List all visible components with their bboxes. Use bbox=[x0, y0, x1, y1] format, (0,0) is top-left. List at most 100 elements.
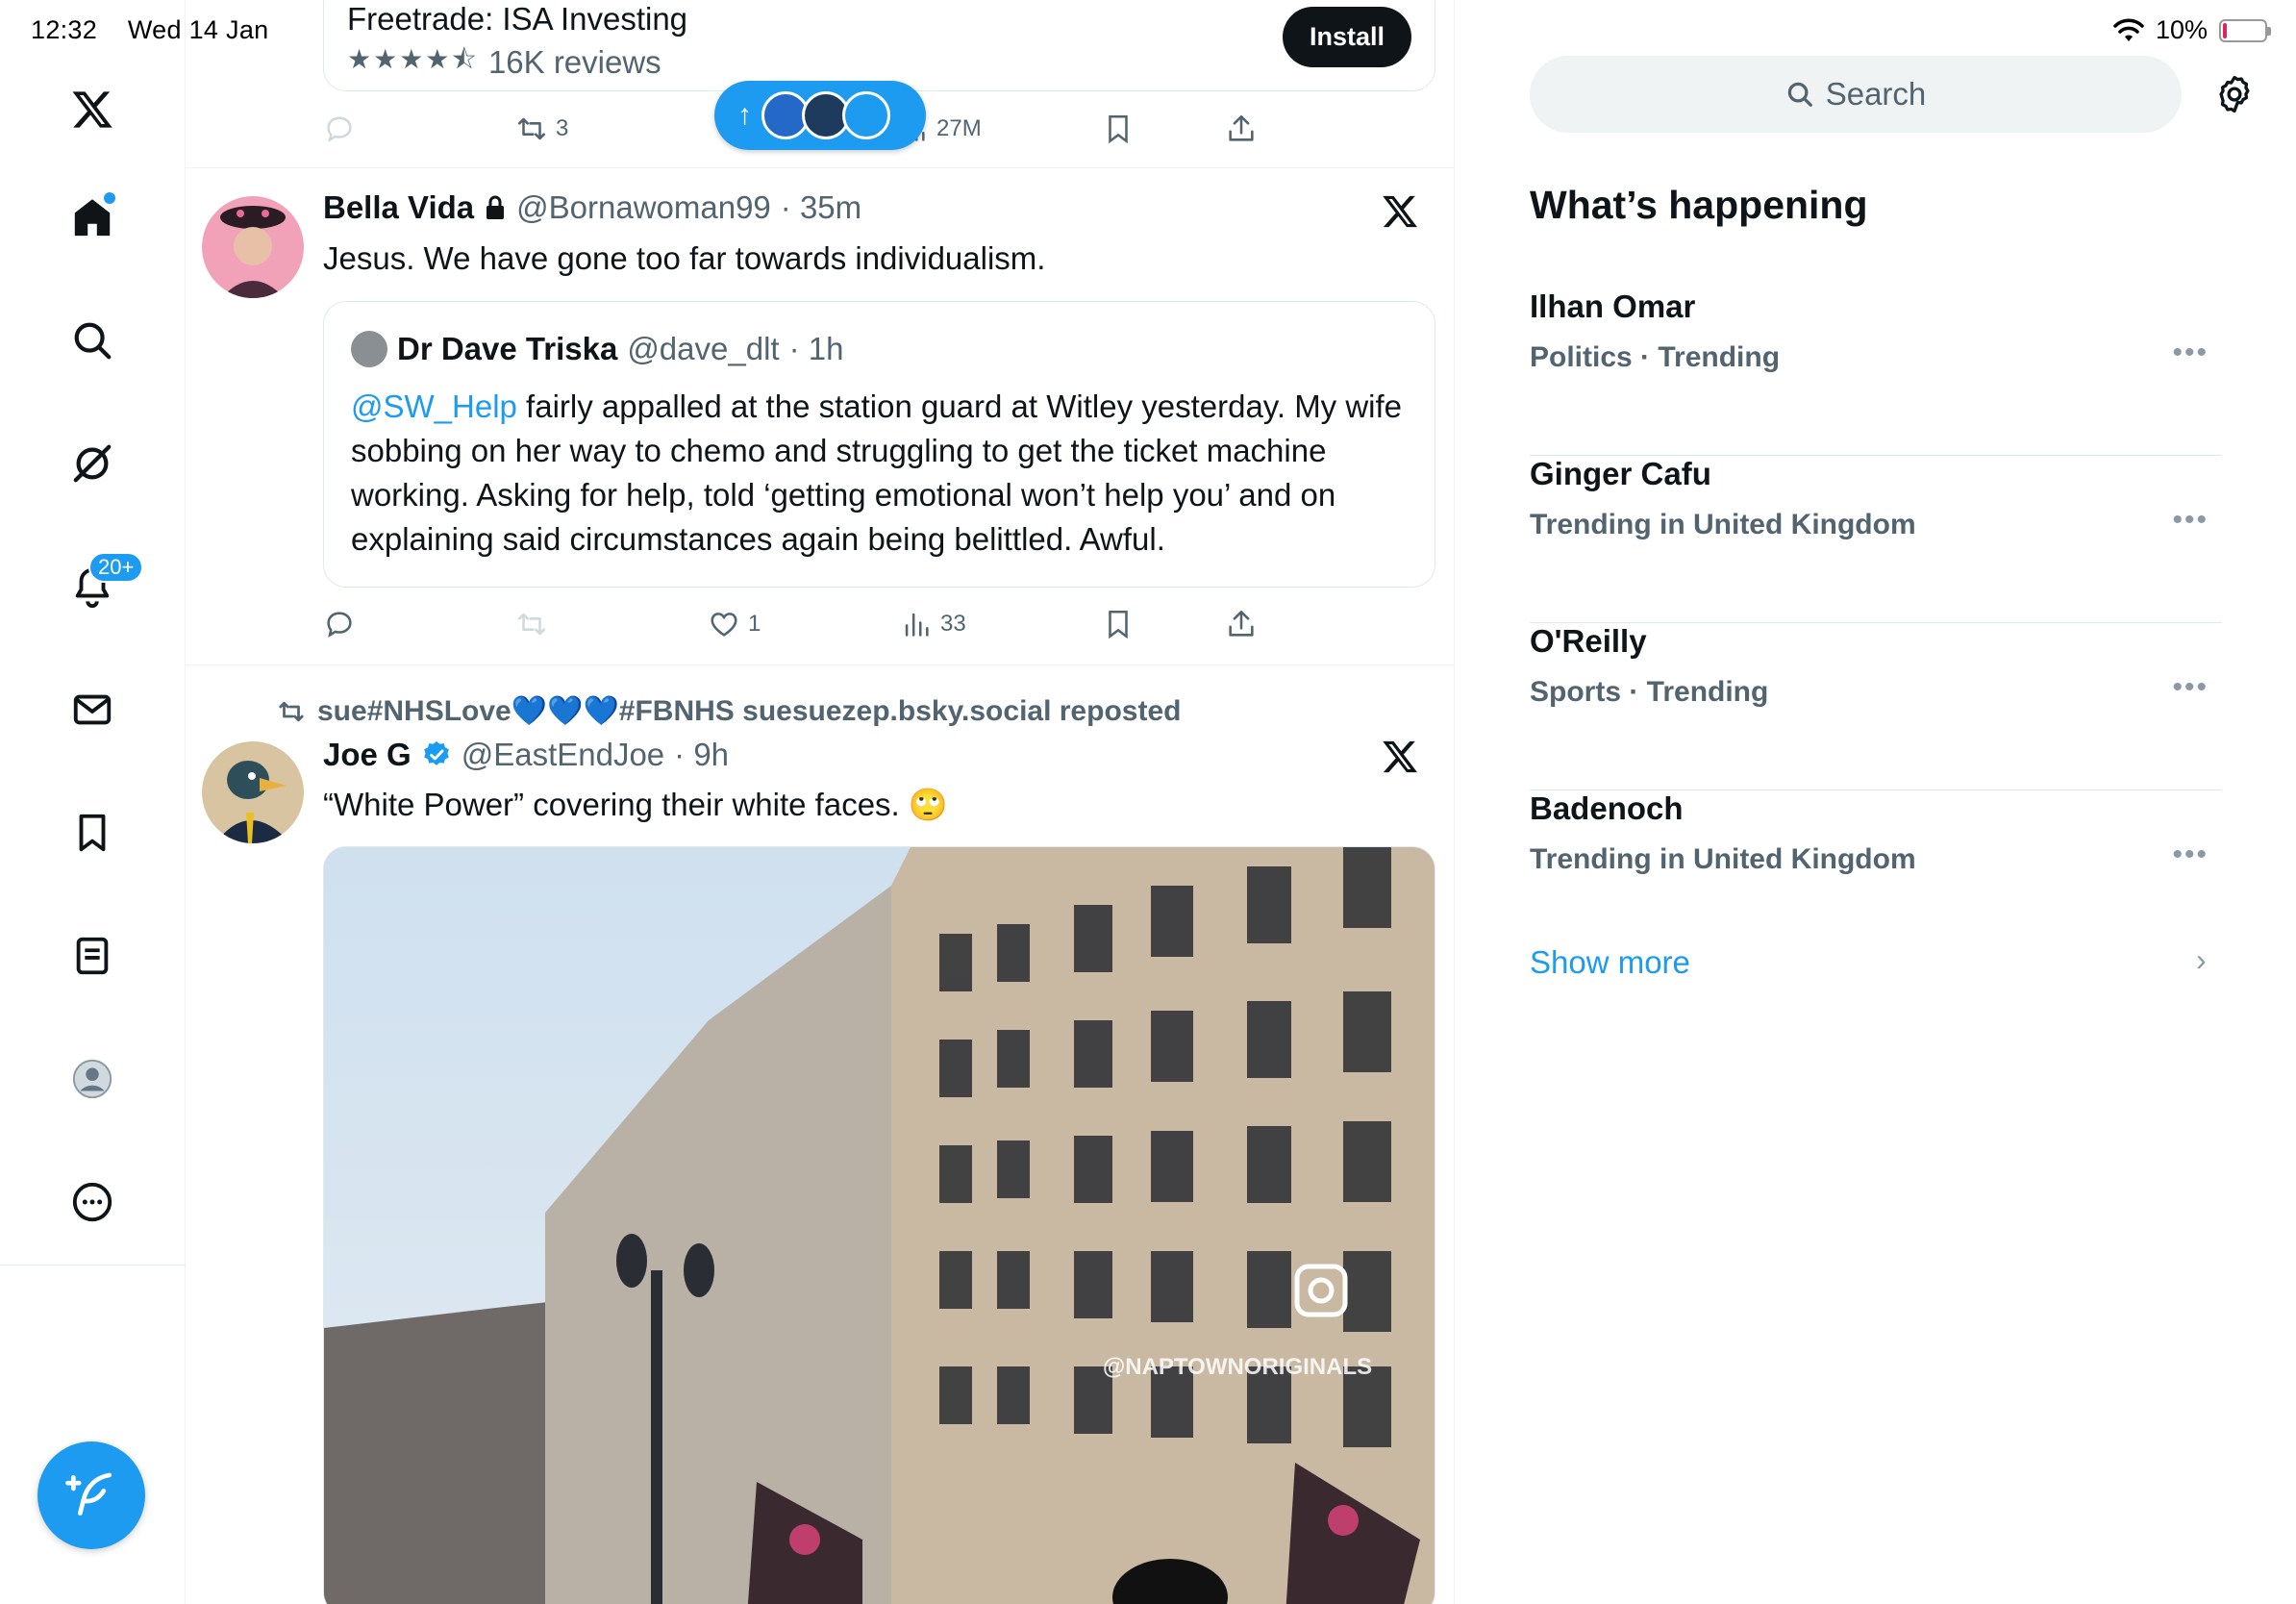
quoted-post-header: Dr Dave Triska @dave_dlt · 1h bbox=[351, 331, 843, 367]
feather-plus-icon bbox=[65, 1472, 112, 1516]
x-logo-icon bbox=[1383, 195, 1417, 228]
repost-button[interactable] bbox=[515, 608, 548, 640]
x-logo-icon[interactable] bbox=[54, 71, 131, 148]
view-count: 33 bbox=[940, 611, 966, 637]
views-button[interactable]: 33 bbox=[900, 608, 966, 640]
author-handle[interactable]: @Bornawoman99 bbox=[516, 189, 771, 226]
trend-item[interactable]: Ilhan Omar Politics · Trending ••• bbox=[1530, 288, 2222, 456]
trend-title: Ginger Cafu bbox=[1530, 456, 1711, 491]
left-nav: 20+ bbox=[0, 0, 186, 1604]
views-icon bbox=[905, 613, 929, 637]
notifications-badge: 20+ bbox=[88, 552, 144, 583]
bookmark-icon bbox=[1109, 114, 1128, 144]
notifications-icon[interactable]: 20+ bbox=[54, 548, 144, 625]
trend-item[interactable]: O'Reilly Sports · Trending ••• bbox=[1530, 623, 2222, 790]
repost-count: 3 bbox=[556, 115, 569, 141]
pill-avatar bbox=[842, 91, 890, 139]
grok-icon[interactable] bbox=[54, 425, 131, 502]
search-icon[interactable] bbox=[54, 302, 131, 379]
share-icon bbox=[1229, 610, 1254, 637]
repost-icon bbox=[517, 117, 546, 140]
trend-title: Badenoch bbox=[1530, 790, 1684, 826]
trend-meta: Trending in United Kingdom bbox=[1530, 843, 1916, 875]
bookmark-icon bbox=[1109, 610, 1128, 639]
post-time[interactable]: · 35m bbox=[781, 189, 861, 226]
trend-item[interactable]: Badenoch Trending in United Kingdom ••• bbox=[1530, 790, 2222, 958]
trend-more-options-icon[interactable]: ••• bbox=[2172, 839, 2209, 871]
bookmark-button[interactable] bbox=[1102, 113, 1135, 145]
more-icon[interactable] bbox=[54, 1164, 131, 1241]
repost-context[interactable]: sue#NHSLove💙💙💙#FBNHS suesuezep.bsky.soci… bbox=[277, 694, 1181, 728]
post-divider bbox=[186, 664, 1454, 665]
reply-icon bbox=[327, 116, 352, 142]
settings-gear-icon[interactable] bbox=[2213, 73, 2256, 115]
search-icon bbox=[1787, 82, 1812, 107]
home-feed: Freetrade: ISA Investing ★★★★⯪ 16K revie… bbox=[186, 0, 1455, 1604]
ad-app-title: Freetrade: ISA Investing bbox=[347, 1, 688, 37]
view-count: 27M bbox=[936, 115, 982, 141]
post-time[interactable]: · 9h bbox=[674, 737, 729, 773]
post-header: Bella Vida @Bornawoman99 · 35m bbox=[323, 189, 861, 226]
promoted-app-card[interactable]: Freetrade: ISA Investing ★★★★⯪ 16K revie… bbox=[323, 0, 1435, 91]
like-count: 1 bbox=[748, 611, 761, 637]
arrow-up-icon: ↑ bbox=[737, 99, 752, 131]
trend-more-options-icon[interactable]: ••• bbox=[2172, 337, 2209, 369]
battery-icon bbox=[2219, 18, 2271, 42]
profile-icon[interactable] bbox=[54, 1040, 131, 1117]
quoted-post-text: @SW_Help fairly appalled at the station … bbox=[351, 385, 1418, 562]
post-video[interactable]: @NAPTOWNORIGINALS bbox=[323, 846, 1435, 1604]
post-header: Joe G @EastEndJoe · 9h bbox=[323, 737, 729, 773]
trend-more-options-icon[interactable]: ••• bbox=[2172, 504, 2209, 537]
compose-button[interactable] bbox=[37, 1441, 145, 1549]
trend-title: O'Reilly bbox=[1530, 623, 1647, 659]
battery-percent: 10% bbox=[2155, 15, 2208, 44]
share-button[interactable] bbox=[1225, 113, 1258, 145]
author-name[interactable]: Joe G bbox=[323, 737, 412, 773]
rating-stars: ★★★★⯪ bbox=[347, 44, 479, 74]
repost-icon bbox=[279, 701, 304, 721]
trend-title: Ilhan Omar bbox=[1530, 288, 1696, 324]
author-name[interactable]: Bella Vida bbox=[323, 189, 474, 226]
repost-button[interactable]: 3 bbox=[515, 113, 568, 145]
avatar[interactable] bbox=[202, 196, 304, 298]
reply-button[interactable] bbox=[323, 608, 356, 640]
reply-button[interactable] bbox=[323, 113, 356, 145]
show-more-link[interactable]: Show more bbox=[1530, 944, 1690, 981]
avatar[interactable] bbox=[202, 741, 304, 843]
quoted-post[interactable]: Dr Dave Triska @dave_dlt · 1h @SW_Help f… bbox=[323, 301, 1435, 588]
post-time: · 1h bbox=[788, 331, 844, 366]
status-bar-right: 10% bbox=[2113, 15, 2271, 45]
wifi-icon bbox=[2113, 18, 2144, 41]
home-icon[interactable] bbox=[54, 179, 131, 256]
video-frame: @NAPTOWNORIGINALS bbox=[324, 847, 1435, 1604]
lists-icon[interactable] bbox=[54, 917, 131, 994]
whats-happening-heading: What’s happening bbox=[1530, 183, 1868, 227]
share-button[interactable] bbox=[1225, 608, 1258, 640]
author-name: Dr Dave Triska bbox=[397, 331, 618, 366]
nav-divider bbox=[0, 1265, 186, 1266]
avatar bbox=[351, 331, 387, 367]
trend-meta: Trending in United Kingdom bbox=[1530, 509, 1916, 540]
heart-icon bbox=[711, 613, 737, 637]
author-handle[interactable]: @EastEndJoe bbox=[462, 737, 664, 773]
search-input[interactable]: Search bbox=[1530, 56, 2182, 133]
like-button[interactable]: 1 bbox=[708, 608, 761, 640]
trend-more-options-icon[interactable]: ••• bbox=[2172, 671, 2209, 704]
post-text: Jesus. We have gone too far towards indi… bbox=[323, 240, 1046, 276]
ad-rating: ★★★★⯪ 16K reviews bbox=[347, 39, 661, 86]
bookmarks-icon[interactable] bbox=[54, 794, 131, 871]
mention-link[interactable]: @SW_Help bbox=[351, 388, 517, 424]
new-posts-pill[interactable]: ↑ bbox=[714, 81, 926, 150]
bookmark-button[interactable] bbox=[1102, 608, 1135, 640]
trend-meta: Sports · Trending bbox=[1530, 676, 1769, 708]
post-divider bbox=[186, 167, 1454, 168]
x-logo-icon bbox=[1383, 740, 1417, 773]
trend-meta: Politics · Trending bbox=[1530, 341, 1781, 373]
trend-item[interactable]: Ginger Cafu Trending in United Kingdom •… bbox=[1530, 456, 2222, 623]
messages-icon[interactable] bbox=[54, 671, 131, 748]
ad-reviews: 16K reviews bbox=[487, 44, 661, 80]
lock-icon bbox=[487, 195, 505, 219]
search-placeholder: Search bbox=[1825, 76, 1927, 112]
install-button[interactable]: Install bbox=[1282, 7, 1411, 67]
chevron-right-icon: › bbox=[2196, 942, 2207, 977]
